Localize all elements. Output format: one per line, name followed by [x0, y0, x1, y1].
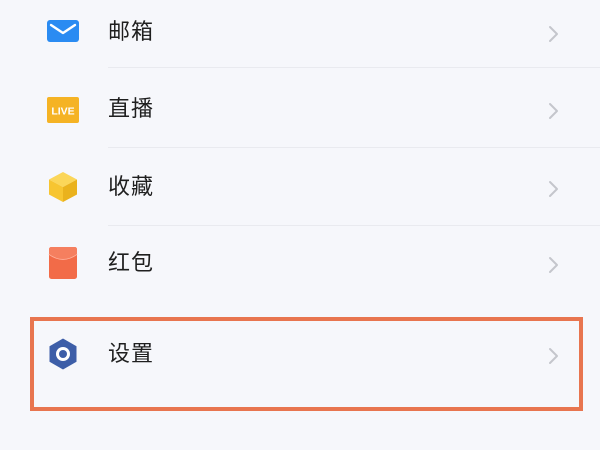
- settings-hexagon-icon: [49, 338, 77, 370]
- menu-item-red-packet[interactable]: 红包: [0, 226, 600, 304]
- menu-item-settings[interactable]: 设置: [0, 304, 600, 416]
- red-packet-icon: [48, 247, 78, 279]
- chevron-right-icon: [549, 103, 558, 119]
- chevron-right-icon: [549, 26, 558, 42]
- chevron-right-icon: [549, 348, 558, 364]
- chevron-right-icon: [549, 181, 558, 197]
- mail-icon: [47, 20, 79, 42]
- live-icon: LIVE: [47, 97, 79, 123]
- live-badge-text: LIVE: [51, 106, 74, 118]
- menu-item-label: 邮箱: [108, 20, 155, 45]
- menu-item-label: 设置: [108, 342, 155, 367]
- chevron-right-icon: [549, 257, 558, 273]
- favorites-cube-icon: [49, 172, 77, 202]
- menu-item-favorites[interactable]: 收藏: [0, 148, 600, 226]
- menu-item-live[interactable]: LIVE 直播: [0, 68, 600, 148]
- menu-item-label: 红包: [108, 251, 155, 276]
- menu-item-mail[interactable]: 邮箱: [0, 0, 600, 68]
- menu-list: 邮箱 LIVE 直播 收藏 红包 设置: [0, 0, 600, 450]
- menu-item-label: 收藏: [108, 175, 155, 200]
- menu-item-label: 直播: [108, 97, 155, 122]
